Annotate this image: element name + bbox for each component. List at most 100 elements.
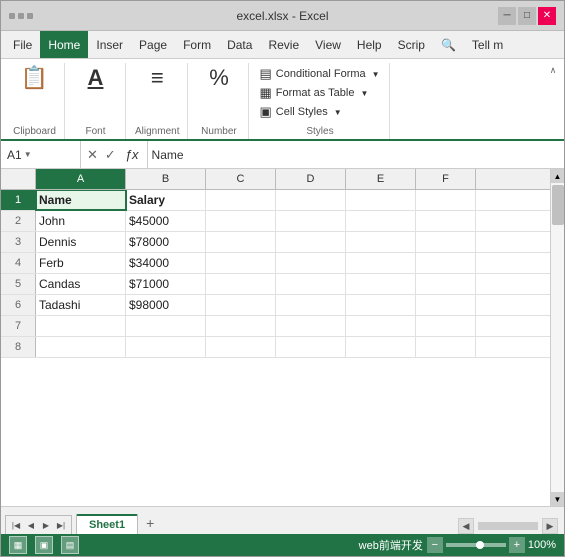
col-header-e[interactable]: E [346, 169, 416, 189]
cell-a8[interactable] [36, 337, 126, 357]
menu-item-form[interactable]: Form [175, 31, 219, 58]
cell-a4[interactable]: Ferb [36, 253, 126, 273]
cell-f1[interactable] [416, 190, 476, 210]
font-button[interactable]: A [78, 65, 114, 91]
cell-c3[interactable] [206, 232, 276, 252]
sheet-nav-next[interactable]: ▶ [39, 518, 53, 532]
zoom-slider-thumb[interactable] [476, 541, 484, 549]
cell-a1[interactable]: Name [36, 190, 126, 210]
cell-b2[interactable]: $45000 [126, 211, 206, 231]
scroll-tab-right[interactable]: ▶ [542, 518, 558, 534]
cell-d3[interactable] [276, 232, 346, 252]
cell-b4[interactable]: $34000 [126, 253, 206, 273]
scroll-thumb[interactable] [552, 185, 564, 225]
cell-e8[interactable] [346, 337, 416, 357]
add-sheet-button[interactable]: + [138, 512, 162, 534]
menu-item-tell_me[interactable]: Tell m [464, 31, 511, 58]
confirm-formula-button[interactable]: ✓ [103, 147, 118, 163]
cell-c1[interactable] [206, 190, 276, 210]
maximize-button[interactable]: □ [518, 7, 536, 25]
cell-b7[interactable] [126, 316, 206, 336]
cell-e7[interactable] [346, 316, 416, 336]
cell-f3[interactable] [416, 232, 476, 252]
cell-b5[interactable]: $71000 [126, 274, 206, 294]
cell-styles-button[interactable]: ▣ Cell Styles ▼ [256, 103, 383, 121]
cell-b6[interactable]: $98000 [126, 295, 206, 315]
cell-e4[interactable] [346, 253, 416, 273]
cell-a5[interactable]: Candas [36, 274, 126, 294]
menu-item-insert[interactable]: Inser [88, 31, 131, 58]
cell-c6[interactable] [206, 295, 276, 315]
normal-view-button[interactable]: ▦ [9, 536, 27, 554]
cell-d5[interactable] [276, 274, 346, 294]
minimize-button[interactable]: ─ [498, 7, 516, 25]
cell-a3[interactable]: Dennis [36, 232, 126, 252]
cell-e6[interactable] [346, 295, 416, 315]
cell-a2[interactable]: John [36, 211, 126, 231]
cell-f4[interactable] [416, 253, 476, 273]
cell-a7[interactable] [36, 316, 126, 336]
cell-b3[interactable]: $78000 [126, 232, 206, 252]
formula-input[interactable]: Name [148, 148, 564, 162]
cell-c2[interactable] [206, 211, 276, 231]
cell-d1[interactable] [276, 190, 346, 210]
cell-f7[interactable] [416, 316, 476, 336]
page-layout-button[interactable]: ▣ [35, 536, 53, 554]
scroll-track[interactable] [551, 183, 564, 492]
cell-f6[interactable] [416, 295, 476, 315]
cell-c7[interactable] [206, 316, 276, 336]
menu-item-review[interactable]: Revie [260, 31, 307, 58]
cell-c5[interactable] [206, 274, 276, 294]
cell-b1[interactable]: Salary [126, 190, 206, 210]
cell-d7[interactable] [276, 316, 346, 336]
col-header-f[interactable]: F [416, 169, 476, 189]
cell-c4[interactable] [206, 253, 276, 273]
menu-item-file[interactable]: File [5, 31, 40, 58]
cell-c8[interactable] [206, 337, 276, 357]
cancel-formula-button[interactable]: ✕ [85, 147, 100, 163]
sheet-nav-prev[interactable]: ◀ [24, 518, 38, 532]
zoom-in-button[interactable]: + [509, 537, 525, 553]
zoom-out-button[interactable]: − [427, 537, 443, 553]
menu-item-script[interactable]: Scrip [390, 31, 433, 58]
menu-item-home[interactable]: Home [40, 31, 88, 58]
number-button[interactable]: % [201, 65, 237, 91]
col-header-c[interactable]: C [206, 169, 276, 189]
cell-e3[interactable] [346, 232, 416, 252]
sheet-nav-first[interactable]: |◀ [9, 518, 23, 532]
cell-f5[interactable] [416, 274, 476, 294]
zoom-slider[interactable] [446, 543, 506, 547]
menu-item-data[interactable]: Data [219, 31, 260, 58]
format-as-table-button[interactable]: ▦ Format as Table ▼ [256, 84, 383, 102]
menu-item-page[interactable]: Page [131, 31, 175, 58]
cell-a6[interactable]: Tadashi [36, 295, 126, 315]
name-box[interactable]: A1 ▼ [1, 141, 81, 168]
scroll-down-button[interactable]: ▼ [551, 492, 565, 506]
ribbon-collapse-button[interactable]: ∧ [544, 61, 562, 79]
sheet-nav-last[interactable]: ▶| [54, 518, 68, 532]
conditional-formatting-button[interactable]: ▤ Conditional Forma ▼ [256, 65, 383, 83]
col-header-b[interactable]: B [126, 169, 206, 189]
alignment-button[interactable]: ≡ [139, 65, 175, 91]
cell-d8[interactable] [276, 337, 346, 357]
cell-b8[interactable] [126, 337, 206, 357]
col-header-d[interactable]: D [276, 169, 346, 189]
scroll-tab-left[interactable]: ◀ [458, 518, 474, 534]
menu-item-search_icon[interactable]: 🔍 [433, 31, 464, 58]
sheet-tab-sheet1[interactable]: Sheet1 [76, 514, 138, 534]
menu-item-view[interactable]: View [307, 31, 349, 58]
cell-e5[interactable] [346, 274, 416, 294]
page-break-button[interactable]: ▤ [61, 536, 79, 554]
cell-d6[interactable] [276, 295, 346, 315]
cell-d4[interactable] [276, 253, 346, 273]
cell-f8[interactable] [416, 337, 476, 357]
vertical-scrollbar[interactable]: ▲ ▼ [550, 169, 564, 506]
cell-f2[interactable] [416, 211, 476, 231]
cell-d2[interactable] [276, 211, 346, 231]
paste-button[interactable]: 📋 [17, 65, 53, 93]
scroll-up-button[interactable]: ▲ [551, 169, 565, 183]
cell-e2[interactable] [346, 211, 416, 231]
col-header-a[interactable]: A [36, 169, 126, 189]
cell-e1[interactable] [346, 190, 416, 210]
close-button[interactable]: ✕ [538, 7, 556, 25]
